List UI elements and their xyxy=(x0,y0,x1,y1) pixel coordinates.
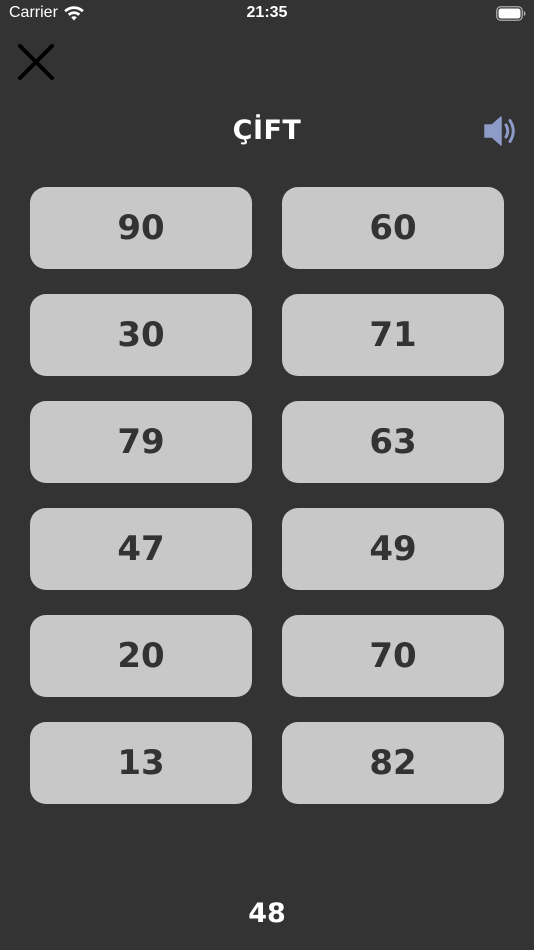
number-button[interactable]: 82 xyxy=(282,722,504,804)
number-button[interactable]: 63 xyxy=(282,401,504,483)
battery-icon xyxy=(496,6,526,21)
number-button[interactable]: 60 xyxy=(282,187,504,269)
number-button[interactable]: 79 xyxy=(30,401,252,483)
speaker-icon[interactable] xyxy=(482,113,520,149)
number-button[interactable]: 20 xyxy=(30,615,252,697)
number-button[interactable]: 71 xyxy=(282,294,504,376)
number-button[interactable]: 70 xyxy=(282,615,504,697)
page-title: ÇİFT xyxy=(232,115,302,146)
clock-time: 21:35 xyxy=(246,4,288,21)
number-button[interactable]: 13 xyxy=(30,722,252,804)
counter-value: 48 xyxy=(248,898,286,929)
number-button[interactable]: 90 xyxy=(30,187,252,269)
number-button[interactable]: 47 xyxy=(30,508,252,590)
number-grid: 90 60 30 71 79 63 47 49 20 70 13 82 xyxy=(30,187,504,804)
number-button[interactable]: 49 xyxy=(282,508,504,590)
number-button[interactable]: 30 xyxy=(30,294,252,376)
close-icon[interactable] xyxy=(16,42,56,82)
status-bar: Carrier 21:35 xyxy=(0,0,534,28)
